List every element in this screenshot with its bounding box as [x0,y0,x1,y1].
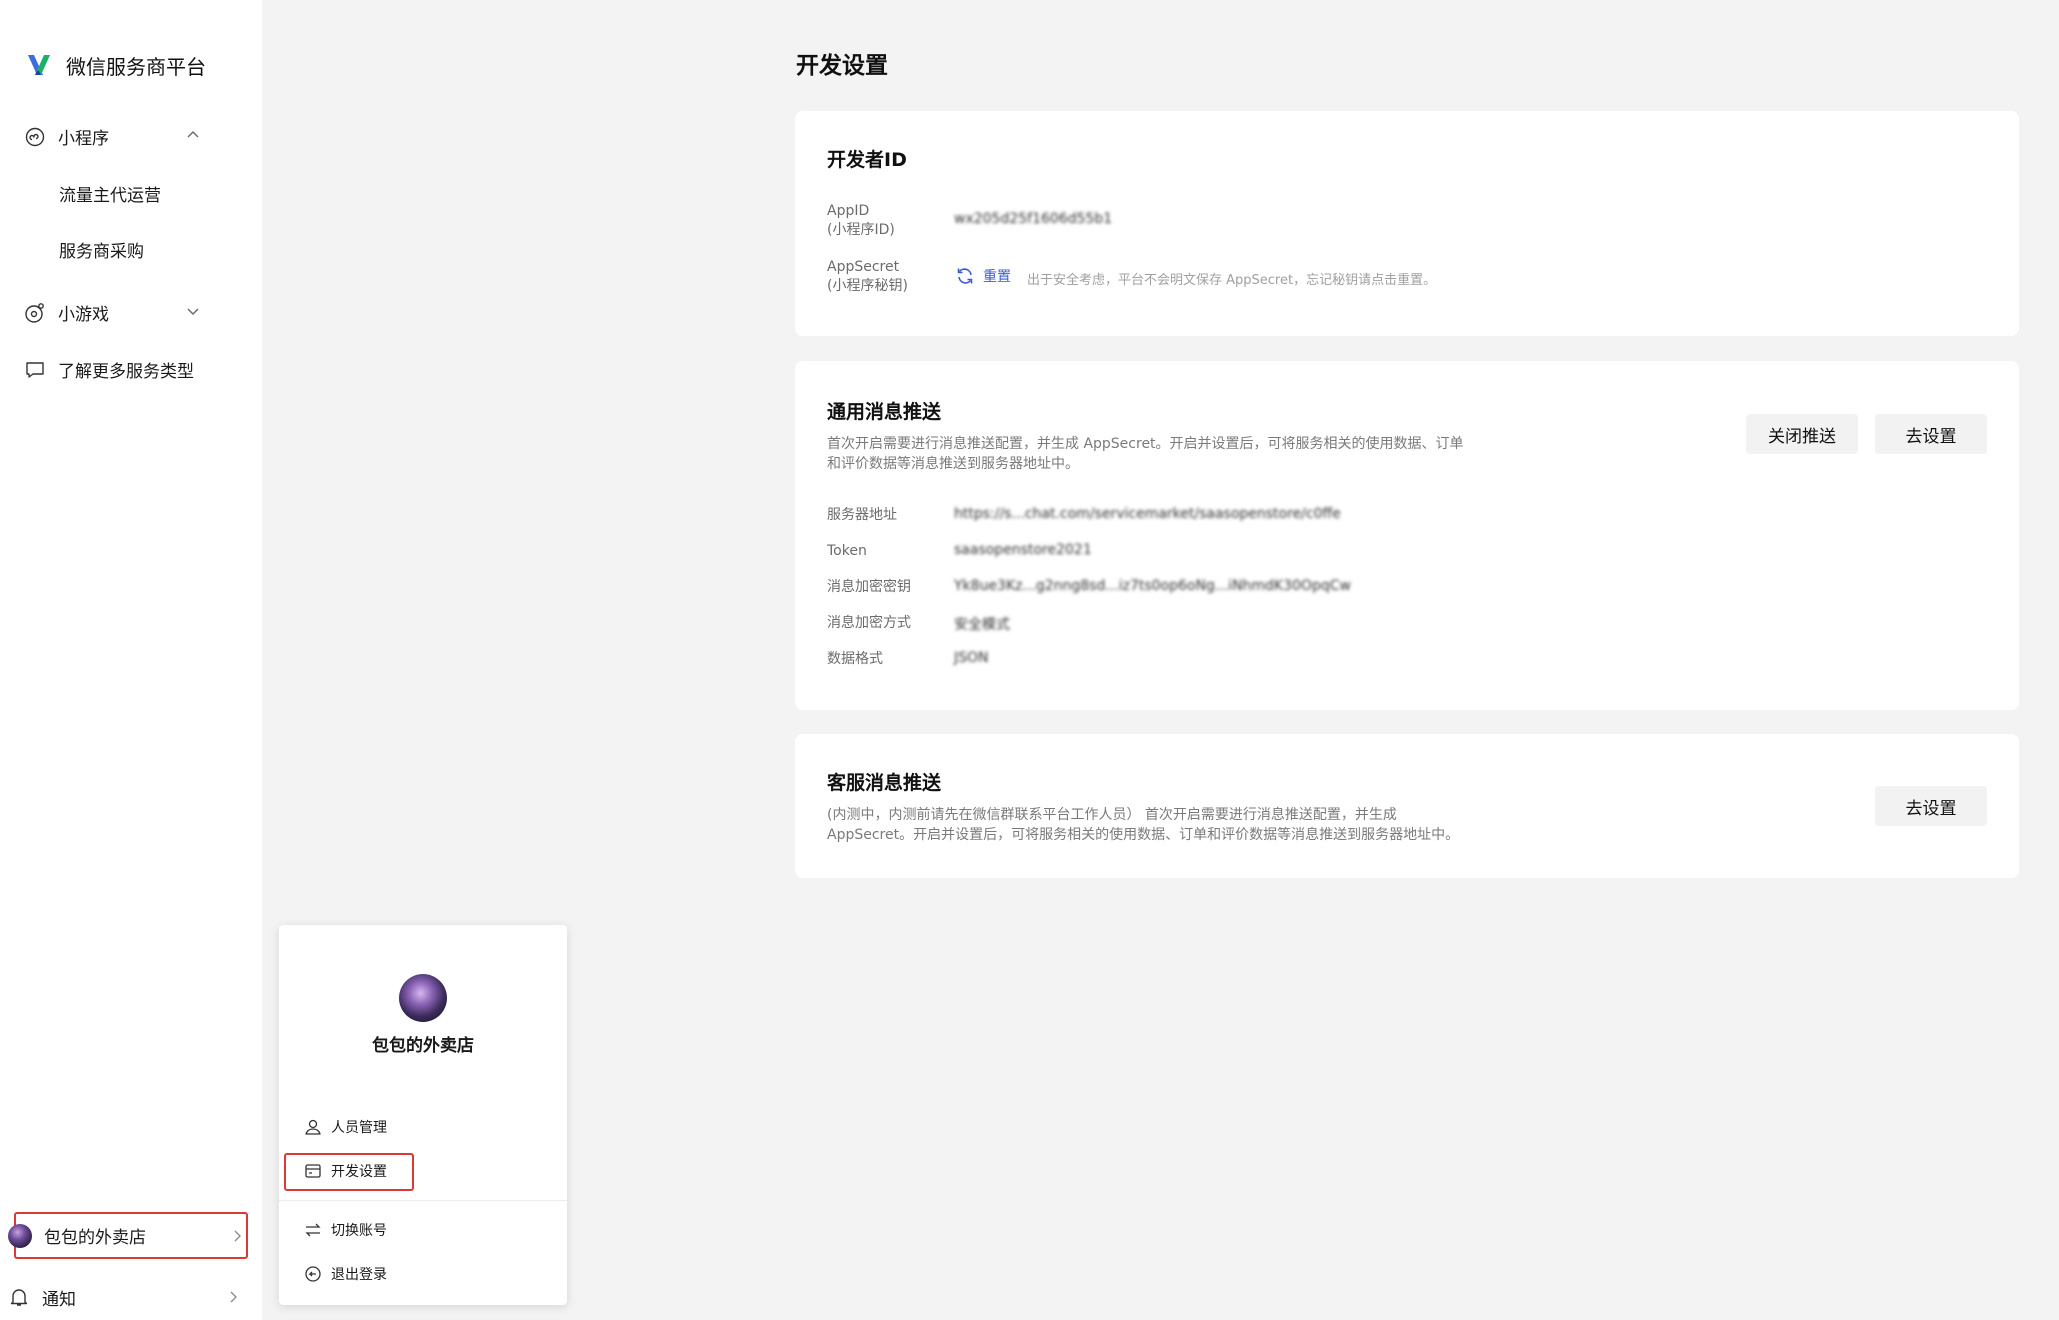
appsecret-label: AppSecret (小程序秘钥) [827,258,908,296]
field-value: saasopenstore2021 [954,542,1092,558]
nav-more-services-label: 了解更多服务类型 [58,362,194,382]
card-description: 首次开启需要进行消息推送配置，并生成 AppSecret。开启并设置后，可将服务… [827,434,1464,474]
chevron-right-icon [230,1291,237,1303]
desc-line1: 首次开启需要进行消息推送配置，并生成 AppSecret。开启并设置后，可将服务… [827,436,1464,452]
menu-item-label: 人员管理 [331,1120,387,1136]
field-label: Token [827,543,867,559]
field-label: 服务器地址 [827,507,897,523]
menu-item-label: 开发设置 [331,1164,387,1180]
account-popup: 包包的外卖店 人员管理 开发设置 切换账号 退出登录 [279,925,567,1305]
desc-line1: (内测中，内测前请先在微信群联系平台工作人员） 首次开启需要进行消息推送配置，并… [827,807,1397,823]
minigame-icon [24,302,46,324]
reset-label: 重置 [983,269,1011,285]
setup-kefu-button[interactable]: 去设置 [1875,786,1987,826]
nav-miniprogram-label: 小程序 [58,129,109,149]
avatar [399,974,447,1022]
nav-notify[interactable]: 通知 [10,1284,250,1310]
close-push-button[interactable]: 关闭推送 [1746,414,1858,454]
wechat-service-logo-icon [28,55,50,75]
chevron-right-icon [234,1230,241,1241]
card-message-push: 通用消息推送 首次开启需要进行消息推送配置，并生成 AppSecret。开启并设… [795,361,2019,710]
nav-minigame[interactable]: 小游戏 [24,300,199,325]
appid-value: wx205d25f1606d55b1 [954,211,1112,227]
field-value: Yk8ue3Kz...g2nng8sd...iz7ts0op6oNg...iNh… [954,578,1351,594]
nav-minigame-label: 小游戏 [58,305,109,325]
menu-item-dev-settings[interactable]: 开发设置 [304,1161,387,1181]
field-label: 数据格式 [827,651,883,667]
menu-item-logout[interactable]: 退出登录 [304,1264,387,1284]
appsecret-label-line2: (小程序秘钥) [827,278,908,294]
nav-notify-label: 通知 [42,1289,76,1310]
bell-icon [10,1289,28,1306]
miniprogram-icon [24,126,46,148]
appid-text: wx205d25f1606d55b1 [954,211,1113,227]
menu-item-switch-account[interactable]: 切换账号 [304,1220,387,1240]
switch-icon [305,1223,321,1237]
card-title: 通用消息推送 [827,401,942,423]
field-label: 消息加密密钥 [827,579,911,595]
appid-label-line1: AppID [827,203,870,219]
field-value: https://s...chat.com/servicemarket/saaso… [954,506,1341,522]
account-switcher[interactable]: 包包的外卖店 [8,1212,248,1259]
brand[interactable]: 微信服务商平台 [26,48,206,82]
divider [279,1200,567,1201]
page-title: 开发设置 [796,53,888,79]
brand-name: 微信服务商平台 [66,54,206,79]
refresh-icon [957,268,973,284]
card-developer-id: 开发者ID AppID (小程序ID) wx205d25f1606d55b1 A… [795,111,2019,336]
field-value: 安全模式 [954,617,1010,633]
popup-account-name: 包包的外卖店 [372,1036,474,1056]
appid-label-line2: (小程序ID) [827,222,895,238]
desc-line2: AppSecret。开启并设置后，可将服务相关的使用数据、订单和评价数据等消息推… [827,827,1460,843]
card-kefu-push: 客服消息推送 (内测中，内测前请先在微信群联系平台工作人员） 首次开启需要进行消… [795,734,2019,878]
setup-push-button[interactable]: 去设置 [1875,414,1987,454]
appid-label: AppID (小程序ID) [827,202,895,240]
nav-sub-procurement[interactable]: 服务商采购 [59,237,144,262]
appsecret-label-line1: AppSecret [827,259,900,275]
reset-secret-link[interactable]: 重置 [955,266,1011,286]
sidebar: 微信服务商平台 小程序 流量主代运营 服务商采购 小游戏 了解更多服务类型 包包… [0,0,262,1320]
nav-sub-traffic-ops[interactable]: 流量主代运营 [59,181,161,206]
account-name: 包包的外卖店 [44,1228,146,1248]
logout-icon [305,1266,321,1282]
menu-item-label: 退出登录 [331,1267,387,1283]
card-description: (内测中，内测前请先在微信群联系平台工作人员） 首次开启需要进行消息推送配置，并… [827,805,1459,845]
appsecret-hint: 出于安全考虑，平台不会明文保存 AppSecret，忘记秘钥请点击重置。 [1027,273,1437,288]
chevron-up-icon [187,131,199,138]
menu-item-members[interactable]: 人员管理 [304,1117,387,1137]
chevron-down-icon [187,308,199,315]
dev-settings-icon [305,1164,321,1178]
avatar [8,1223,32,1248]
card-title: 开发者ID [827,149,907,171]
field-label: 消息加密方式 [827,615,911,631]
nav-miniprogram[interactable]: 小程序 [24,124,199,149]
desc-line2: 和评价数据等消息推送到服务器地址中。 [827,456,1079,472]
nav-more-services[interactable]: 了解更多服务类型 [24,357,194,382]
card-title: 客服消息推送 [827,772,942,794]
chat-bubble-icon [24,359,46,381]
menu-item-label: 切换账号 [331,1223,387,1239]
field-value: JSON [954,650,989,666]
user-icon [305,1119,321,1135]
